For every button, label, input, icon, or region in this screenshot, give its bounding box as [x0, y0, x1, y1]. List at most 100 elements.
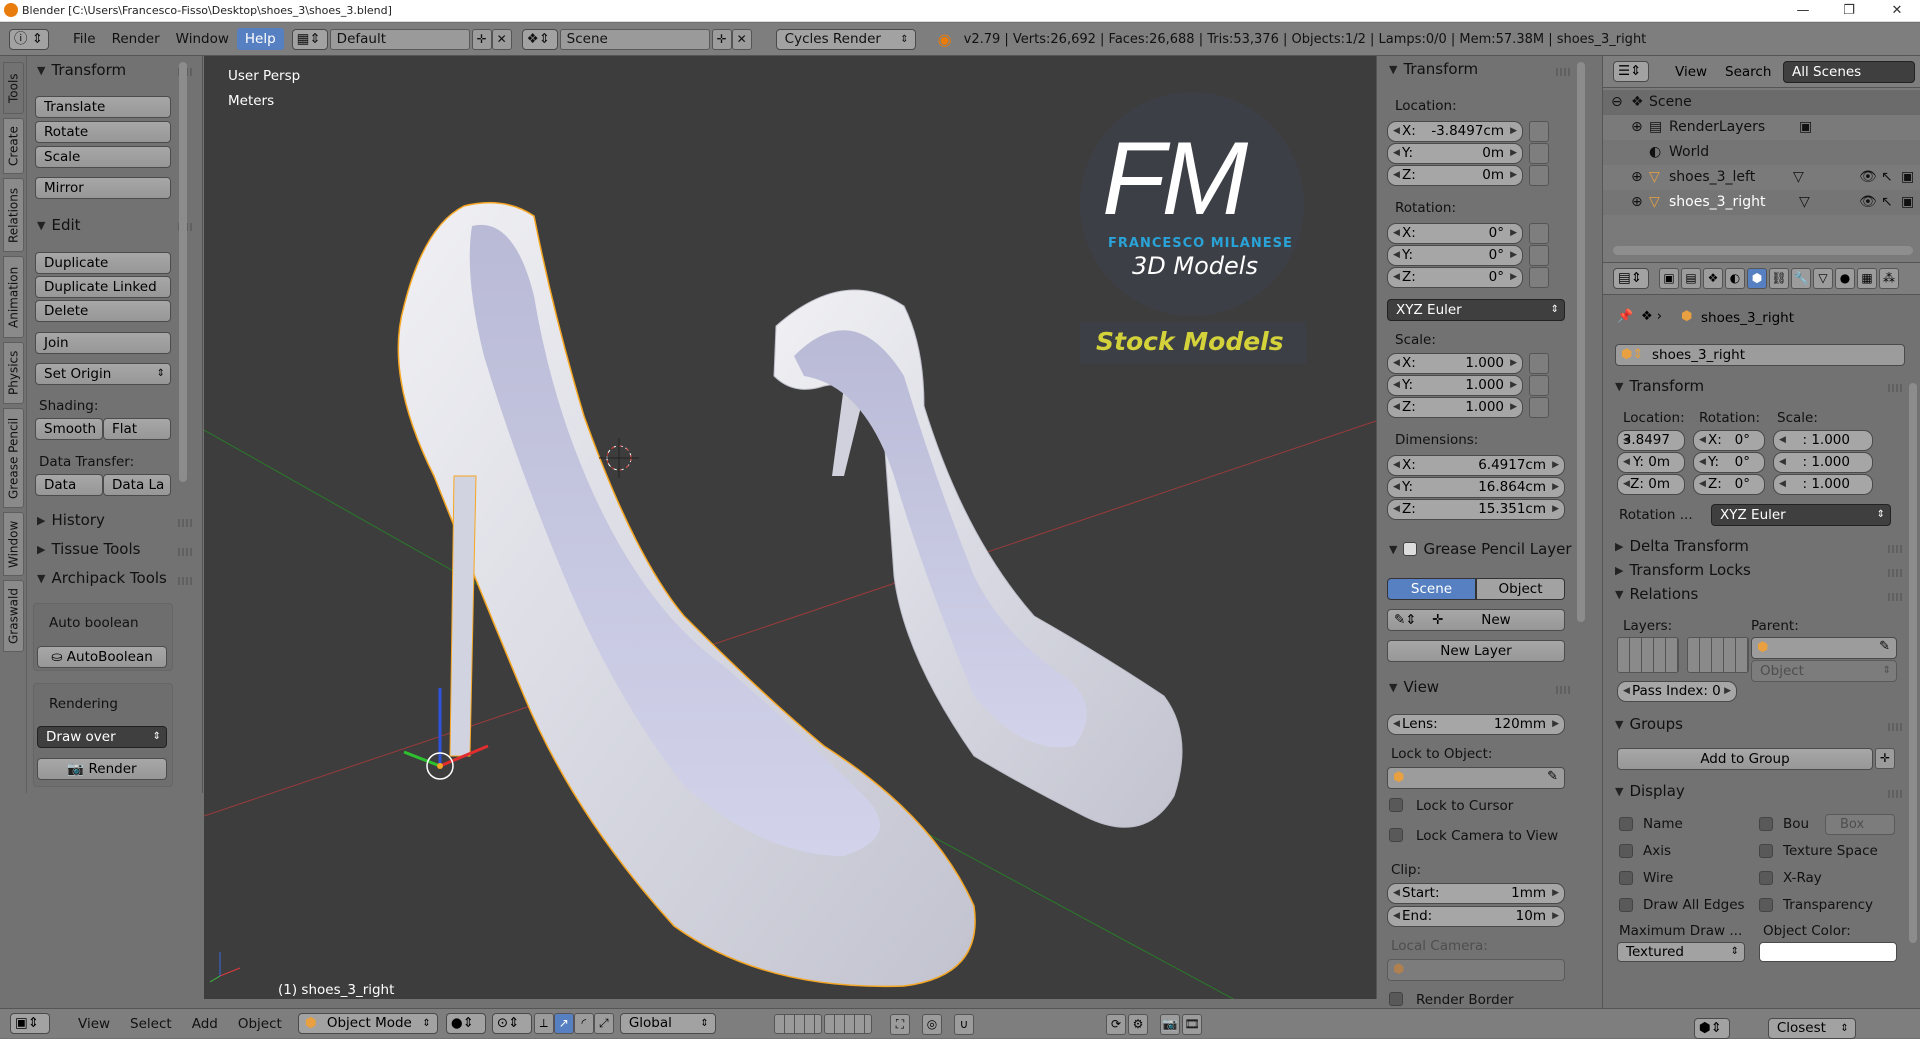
location-x-field[interactable]: ◀ X: -3.8497cm ▶ [1387, 121, 1523, 142]
snap-target-select[interactable]: Closest ⇕ [1767, 1018, 1856, 1039]
modifiers-tab-icon[interactable]: 🔧 [1791, 268, 1811, 289]
panel-header-grease-pencil-layer[interactable]: ▼ Grease Pencil Layer [1389, 540, 1572, 558]
data-transfer-button[interactable]: Data [35, 474, 103, 496]
manipulator-toggle-icon[interactable]: ⟂ [533, 1013, 554, 1034]
outliner-editor-type-button[interactable]: ☰⇕ [1613, 61, 1649, 82]
flat-shading-button[interactable]: Flat [103, 418, 171, 440]
layer-buttons-1[interactable] [774, 1014, 822, 1034]
display-wire-checkbox[interactable] [1619, 871, 1633, 885]
rotation-mode-select[interactable]: XYZ Euler ⇕ [1387, 299, 1565, 321]
render-camera-icon[interactable]: ▣ [1901, 165, 1914, 190]
opengl-render-icon[interactable]: 📷 [1160, 1014, 1180, 1035]
scale-x-field[interactable]: ◀ X: 1.000 ▶ [1387, 353, 1523, 374]
display-bounds-checkbox[interactable] [1759, 817, 1773, 831]
remove-scene-icon[interactable]: ✕ [731, 28, 752, 50]
maximize-button[interactable]: ❐ [1826, 0, 1872, 22]
panel-header-edit[interactable]: ▼ Edit [37, 216, 81, 234]
cursor-select-icon[interactable]: ↖ [1881, 190, 1893, 215]
scene-tab-icon[interactable]: ❖ [1703, 268, 1723, 289]
tab-create[interactable]: Create [3, 118, 24, 174]
smooth-shading-button[interactable]: Smooth [35, 418, 103, 440]
render-camera-icon[interactable]: ▣ [1901, 190, 1914, 215]
lock-icon[interactable] [1529, 353, 1549, 374]
transparency-checkbox[interactable] [1759, 898, 1773, 912]
lock-icon[interactable] [1529, 165, 1549, 186]
panel-header-archipack[interactable]: ▼ Archipack Tools [37, 569, 167, 587]
panel-header-history[interactable]: ▶ History [37, 511, 105, 529]
texture-tab-icon[interactable]: ▦ [1857, 268, 1877, 289]
panel-header-transform[interactable]: ▼ Transform [37, 61, 126, 79]
scene-icon-button[interactable]: ❖⇕ [521, 28, 558, 50]
tab-tools[interactable]: Tools [3, 62, 24, 114]
layers-grid-1[interactable] [1617, 637, 1679, 673]
panel-header-view[interactable]: ▼ View [1389, 678, 1439, 696]
tab-relations[interactable]: Relations [3, 178, 24, 252]
snap-element-select[interactable]: ⬢⇕ [1693, 1018, 1730, 1039]
bounds-type-select[interactable]: Box [1825, 814, 1895, 835]
render-button[interactable]: 📷 Render [37, 758, 167, 780]
menu-file[interactable]: File [65, 31, 104, 47]
proportional-edit-icon[interactable]: ◎ [922, 1014, 942, 1035]
clip-end-field[interactable]: ◀ End: 10m ▶ [1387, 906, 1565, 927]
texture-space-checkbox[interactable] [1759, 844, 1773, 858]
scale-button[interactable]: Scale [35, 146, 171, 168]
tab-grease-pencil[interactable]: Grease Pencil [3, 408, 24, 508]
lock-layers-icon[interactable]: ⛶ [890, 1014, 910, 1035]
eye-icon[interactable]: 👁 [1859, 165, 1877, 190]
clip-start-field[interactable]: ◀ Start: 1mm ▶ [1387, 883, 1565, 904]
drag-grip-icon[interactable] [178, 577, 194, 585]
translate-button[interactable]: Translate [35, 96, 171, 118]
pivot-point-select[interactable]: ⊙⇕ [491, 1013, 532, 1034]
close-button[interactable]: ✕ [1874, 0, 1920, 22]
view3d-menu-select[interactable]: Select [120, 1016, 182, 1032]
outliner-menu-search[interactable]: Search [1725, 64, 1771, 80]
panel-header-transform[interactable]: ▼ Transform [1389, 60, 1478, 78]
local-camera-field[interactable]: ⬢ [1387, 959, 1565, 981]
tab-graswald[interactable]: Graswald [3, 580, 24, 652]
dimension-x-field[interactable]: ◀ X: 6.4917cm ▶ [1387, 455, 1565, 476]
parent-type-select[interactable]: Object ⇕ [1751, 660, 1897, 682]
lock-icon[interactable] [1529, 375, 1549, 396]
prop-rotation-x-field[interactable]: ◀ X: 0° [1693, 430, 1765, 451]
prop-scale-z-field[interactable]: ◀: 1.000 [1773, 474, 1873, 495]
translate-manipulator-icon[interactable]: ↗ [553, 1013, 574, 1034]
outliner-row-world[interactable]: ◐ World [1603, 140, 1920, 165]
panel-header-relations[interactable]: ▼ Relations [1615, 585, 1698, 603]
outliner-row-scene[interactable]: ⊖ ❖ Scene [1603, 90, 1920, 115]
lock-object-field[interactable]: ⬢ ✎ [1387, 767, 1565, 789]
rotation-z-field[interactable]: ◀ Z: 0° ▶ [1387, 267, 1523, 288]
lock-to-cursor-checkbox[interactable] [1389, 798, 1403, 812]
drag-grip-icon[interactable] [1888, 593, 1904, 601]
object-mode-select[interactable]: ⬢ Object Mode ⇕ [297, 1013, 438, 1034]
drag-grip-icon[interactable] [1888, 384, 1904, 392]
snap-rotation-icon[interactable]: ⟳ [1106, 1014, 1126, 1035]
object-name-field[interactable]: ⬢⇕ shoes_3_right [1615, 344, 1905, 366]
dimension-y-field[interactable]: ◀ Y: 16.864cm ▶ [1387, 477, 1565, 498]
3d-viewport[interactable]: User Persp Meters (1) shoes_3_right FM F… [204, 56, 1376, 999]
panel-header-delta-transform[interactable]: ▶ Delta Transform [1615, 537, 1749, 555]
scale-z-field[interactable]: ◀ Z: 1.000 ▶ [1387, 397, 1523, 418]
add-group-plus-icon[interactable]: ✛ [1875, 748, 1895, 769]
rotation-x-field[interactable]: ◀ X: 0° ▶ [1387, 223, 1523, 244]
menu-render[interactable]: Render [104, 31, 168, 47]
location-z-field[interactable]: ◀ Z: 0m ▶ [1387, 165, 1523, 186]
tab-animation[interactable]: Animation [3, 256, 24, 338]
render-engine-select[interactable]: Cycles Render ⇕ [775, 28, 916, 50]
tab-physics[interactable]: Physics [3, 342, 24, 404]
render-tab-icon[interactable]: ▣ [1659, 268, 1679, 289]
outliner-row-shoes-right[interactable]: ⊕ ▽ shoes_3_right ▽ 👁 ↖ ▣ [1603, 190, 1920, 215]
location-y-field[interactable]: ◀ Y: 0m ▶ [1387, 143, 1523, 164]
pin-icon[interactable]: 📌 [1617, 309, 1633, 324]
lock-icon[interactable] [1529, 245, 1549, 266]
npanel-scrollbar[interactable] [1577, 62, 1585, 622]
display-name-checkbox[interactable] [1619, 817, 1633, 831]
rotate-manipulator-icon[interactable]: ◜ [573, 1013, 594, 1034]
prop-location-z-field[interactable]: ◀ Z: 0m [1617, 474, 1685, 495]
scene-field[interactable]: Scene [559, 28, 710, 50]
dimension-z-field[interactable]: ◀ Z: 15.351cm ▶ [1387, 499, 1565, 520]
lock-camera-checkbox[interactable] [1389, 828, 1403, 842]
cursor-select-icon[interactable]: ↖ [1881, 165, 1893, 190]
remove-layout-icon[interactable]: ✕ [491, 28, 512, 50]
drag-grip-icon[interactable] [178, 548, 194, 556]
drag-grip-icon[interactable] [178, 519, 194, 527]
